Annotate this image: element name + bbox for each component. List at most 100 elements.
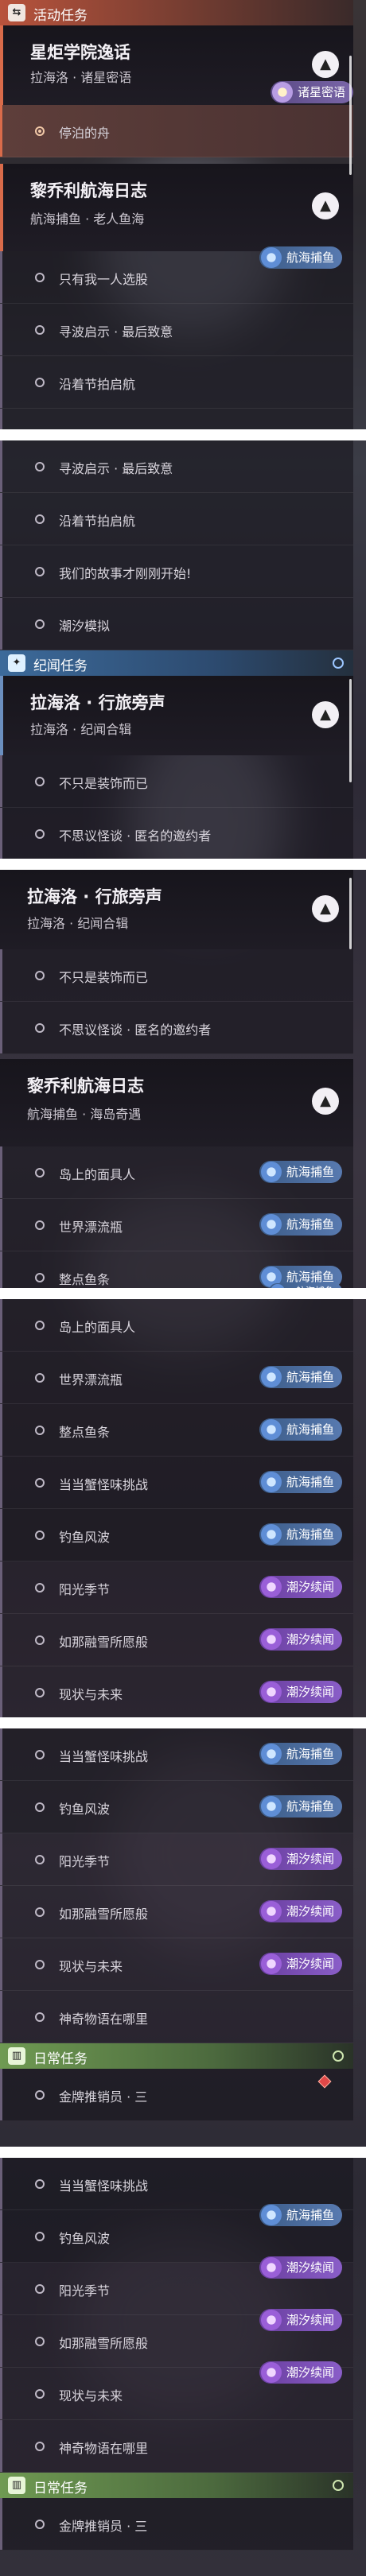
quest-card-lahailuo[interactable]: 拉海洛 · 行旅旁声 拉海洛 · 纪闻合辑 ▲ xyxy=(0,676,353,755)
status-ring-icon xyxy=(35,829,45,839)
quest-label: 我们的故事才刚刚开始! xyxy=(59,566,192,581)
quest-row-now-future[interactable]: 现状与未来 潮汐续闻 xyxy=(0,1938,353,1991)
status-ring-icon xyxy=(35,2337,45,2346)
quest-row-sunshine-season[interactable]: 阳光季节 潮汐续闻 xyxy=(0,2256,353,2315)
quest-row-rumor[interactable]: 寻波启示 · 最后致意 xyxy=(0,304,353,356)
quest-label: 不只是装饰而已 xyxy=(59,970,149,985)
tag-sea: 航海捕鱼 xyxy=(259,246,342,269)
quest-row-our-story[interactable]: 我们的故事才刚刚开始! xyxy=(0,409,353,429)
status-ring-icon xyxy=(35,1907,45,1917)
fish-tag-icon xyxy=(260,1472,282,1492)
quest-row-our-story[interactable]: 我们的故事才刚刚开始! xyxy=(0,545,353,598)
quest-label: 金牌推销员 · 三 xyxy=(59,2519,148,2534)
card-title: 黎乔利航海日志 xyxy=(30,181,147,200)
quest-row-incredible-letter[interactable]: 不思议怪谈 · 匿名的邀约者 xyxy=(0,808,353,859)
section-header-daily[interactable]: ▥ 日常任务 xyxy=(0,2043,353,2069)
quest-row-fishing-storm[interactable]: 钓鱼风波 航海捕鱼 xyxy=(0,2204,353,2263)
quest-row-melting-snow[interactable]: 如那融雪所愿般 潮汐续闻 xyxy=(0,1614,353,1666)
quest-row-whole-fish[interactable]: 整点鱼条 航海捕鱼 xyxy=(0,1404,353,1457)
tag-sea: 航海捕鱼 xyxy=(259,1471,342,1493)
quest-row-incredible-letter[interactable]: 不思议怪谈 · 匿名的邀约者 xyxy=(0,1002,353,1054)
quest-label: 阳光季节 xyxy=(59,1582,111,1597)
quest-row-artifact-where[interactable]: 神奇物语在哪里 xyxy=(0,2420,353,2473)
scrollbar[interactable] xyxy=(349,679,352,782)
quest-row-not-decoration[interactable]: 不只是装饰而已 xyxy=(0,755,353,808)
scrollbar[interactable] xyxy=(349,878,352,949)
quest-panel-1: ⇆ 活动任务 星炬学院逸话 拉海洛 · 诸星密语 ▲ 诸星密语 停泊的舟 黎乔利… xyxy=(0,0,353,429)
status-ring-icon xyxy=(35,2012,45,2022)
tide-tag-icon xyxy=(260,1953,282,1974)
scrollbar[interactable] xyxy=(349,56,352,175)
tag-tide: 潮汐续闻 xyxy=(259,2256,342,2279)
quest-row-sunshine-season[interactable]: 阳光季节 潮汐续闻 xyxy=(0,1833,353,1886)
collapse-chevron-icon[interactable]: ▲ xyxy=(312,192,339,219)
tag-tide: 潮汐续闻 xyxy=(259,1848,342,1870)
quest-label: 钓鱼风波 xyxy=(59,1802,111,1817)
quest-row-not-decoration[interactable]: 不只是装饰而已 xyxy=(0,949,353,1002)
status-ring-icon xyxy=(35,514,45,524)
status-ring-icon xyxy=(35,2442,45,2451)
tag-tide: 潮汐续闻 xyxy=(259,1576,342,1598)
quest-card-liqiao-sea[interactable]: 黎乔利航海日志 航海捕鱼 · 海岛奇遇 ▲ xyxy=(0,1059,353,1146)
quest-label: 钓鱼风波 xyxy=(59,2231,111,2246)
quest-row-melting-snow[interactable]: 如那融雪所愿般 潮汐续闻 xyxy=(0,1886,353,1938)
status-ring-icon xyxy=(35,2090,45,2100)
quest-row-melting-snow[interactable]: 如那融雪所愿般 潮汐续闻 xyxy=(0,2309,353,2368)
status-ring-icon xyxy=(35,619,45,629)
quest-card-liqiao-old[interactable]: 黎乔利航海日志 航海捕鱼 · 老人鱼海 ▲ xyxy=(0,164,353,251)
quest-row-world-bottle[interactable]: 世界漂流瓶 航海捕鱼 xyxy=(0,1199,353,1251)
quest-row-gold-sales[interactable]: 金牌推销员 · 三 xyxy=(0,2498,353,2551)
divider xyxy=(0,2147,366,2158)
quest-row-fishing-storm[interactable]: 钓鱼风波 航海捕鱼 xyxy=(0,1781,353,1833)
collapse-chevron-icon[interactable]: ▲ xyxy=(312,895,339,922)
quest-row-gold-sales[interactable]: 金牌推销员 · 三 xyxy=(0,2069,353,2121)
quest-row-rumor[interactable]: 寻波启示 · 最后致意 xyxy=(0,440,353,493)
quest-label: 整点鱼条 xyxy=(59,1272,111,1287)
quest-row-only-me[interactable]: 只有我一人选股 航海捕鱼 xyxy=(0,246,353,304)
fish-tag-icon xyxy=(260,247,282,268)
quest-card-lahailuo[interactable]: 拉海洛 · 行旅旁声 拉海洛 · 纪闻合辑 ▲ xyxy=(0,870,353,949)
quest-row-tide-sim[interactable]: 潮汐模拟 xyxy=(0,598,353,650)
quest-row-crab-challenge[interactable]: 当当蟹怪味挑战 xyxy=(0,2158,353,2210)
fish-tag-icon xyxy=(260,1214,282,1235)
collapse-chevron-icon[interactable]: ▲ xyxy=(312,51,339,78)
tide-tag-icon xyxy=(260,2257,282,2278)
quest-label: 沿着节拍启航 xyxy=(59,514,136,529)
fish-tag-icon xyxy=(260,1367,282,1387)
collapse-chevron-icon[interactable]: ▲ xyxy=(312,701,339,728)
fish-tag-icon xyxy=(260,1744,282,1764)
tag-sea: 航海捕鱼 xyxy=(259,1213,342,1236)
section-header-daily[interactable]: ▥ 日常任务 xyxy=(0,2473,353,2498)
quest-row-along-festival[interactable]: 沿着节拍启航 xyxy=(0,356,353,409)
tag-sea: 航海捕鱼 xyxy=(259,1161,342,1183)
quest-row-island-man[interactable]: 岛上的面具人 xyxy=(0,1299,353,1352)
section-header-activity[interactable]: ⇆ 活动任务 xyxy=(0,0,353,25)
quest-row-now-future[interactable]: 现状与未来 潮汐续闻 xyxy=(0,1666,353,1717)
quest-label: 神奇物语在哪里 xyxy=(59,2012,149,2027)
quest-row-crab-challenge[interactable]: 当当蟹怪味挑战 航海捕鱼 xyxy=(0,1728,353,1781)
card-title: 星炬学院逸话 xyxy=(30,43,130,62)
status-ring-icon xyxy=(35,1023,45,1033)
collapse-chevron-icon[interactable]: ▲ xyxy=(312,1088,339,1115)
quest-row-sunshine-season[interactable]: 阳光季节 潮汐续闻 xyxy=(0,1562,353,1614)
section-header-story[interactable]: ✦ 纪闻任务 xyxy=(0,650,353,676)
status-ring-icon xyxy=(35,1960,45,1969)
quest-row-now-future[interactable]: 现状与未来 潮汐续闻 xyxy=(0,2361,353,2420)
quest-card-torch[interactable]: 星炬学院逸话 拉海洛 · 诸星密语 ▲ 诸星密语 xyxy=(0,25,353,105)
tide-tag-icon xyxy=(260,1682,282,1702)
quest-label: 不思议怪谈 · 匿名的邀约者 xyxy=(59,1022,212,1038)
quest-row-world-bottle[interactable]: 世界漂流瓶 航海捕鱼 xyxy=(0,1352,353,1404)
quest-row-island-man[interactable]: 岛上的面具人 航海捕鱼 xyxy=(0,1146,353,1199)
quest-row-crab-challenge[interactable]: 当当蟹怪味挑战 航海捕鱼 xyxy=(0,1457,353,1509)
quest-label: 现状与未来 xyxy=(59,1687,123,1702)
quest-row-along-festival[interactable]: 沿着节拍启航 xyxy=(0,493,353,545)
quest-row-fishing-storm[interactable]: 钓鱼风波 航海捕鱼 xyxy=(0,1509,353,1562)
quest-row-whole-fish[interactable]: 整点鱼条 航海捕鱼 航海捕鱼 xyxy=(0,1251,353,1288)
quest-label: 岛上的面具人 xyxy=(59,1167,136,1182)
section-label: 活动任务 xyxy=(33,8,88,24)
quest-label: 岛上的面具人 xyxy=(59,1320,136,1335)
tide-tag-icon xyxy=(260,1629,282,1650)
quest-row-moored-boat[interactable]: 停泊的舟 xyxy=(0,105,353,157)
quest-row-artifact-where[interactable]: 神奇物语在哪里 xyxy=(0,1991,353,2043)
quest-label: 整点鱼条 xyxy=(59,1425,111,1440)
